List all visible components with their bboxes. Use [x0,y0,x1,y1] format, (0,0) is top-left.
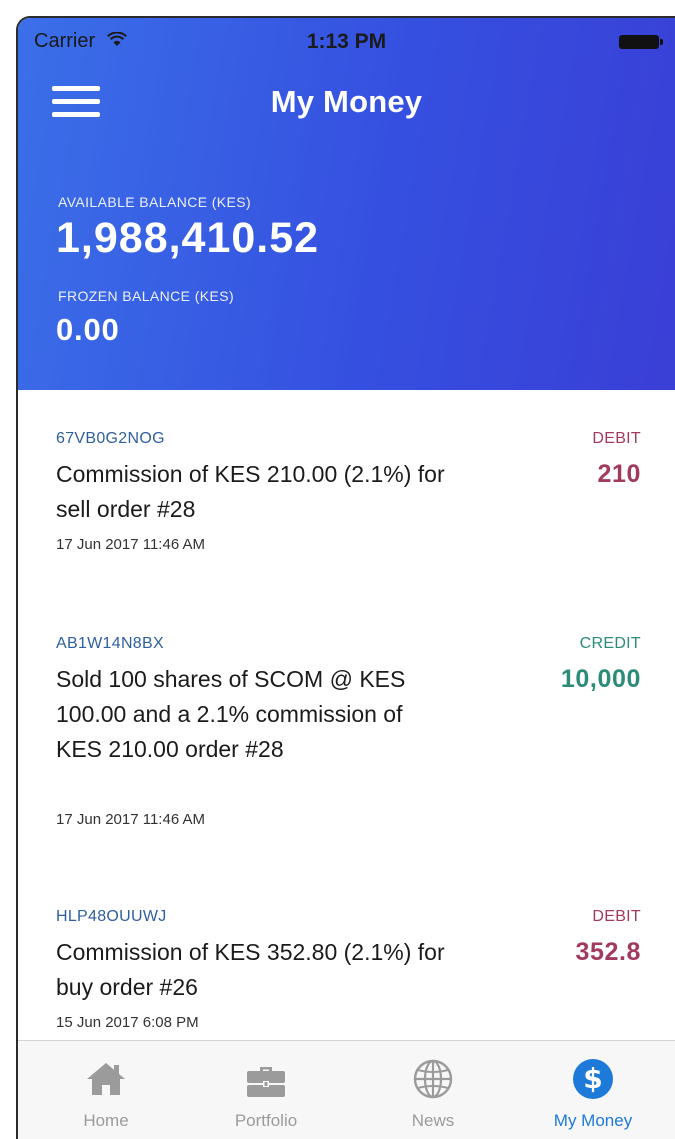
tab-portfolio-label: Portfolio [234,1111,298,1130]
transaction-item[interactable]: AB1W14N8BX Sold 100 shares of SCOM @ KES… [18,595,675,867]
transaction-type: CREDIT [579,635,641,652]
globe-icon [411,1057,455,1101]
phone-screen: Carrier 1:13 PM My Money AVAILABLE BALAN… [16,16,675,1139]
tab-my-money-label: My Money [553,1111,633,1130]
frozen-balance-label: FROZEN BALANCE (KES) [58,288,235,304]
transaction-description: Sold 100 shares of SCOM @ KES 100.00 and… [56,666,406,762]
tab-portfolio[interactable]: Portfolio [186,1041,346,1139]
tab-home-label: Home [83,1111,129,1130]
transaction-description: Commission of KES 210.00 (2.1%) for sell… [56,461,445,522]
transaction-amount: 352.8 [575,938,641,966]
transaction-id: AB1W14N8BX [56,635,164,652]
frozen-balance-value: 0.00 [56,312,120,347]
tab-home[interactable]: Home [26,1041,186,1139]
transaction-list[interactable]: 67VB0G2NOG Commission of KES 210.00 (2.1… [18,390,675,1040]
page-title: My Money [270,84,423,119]
tab-news[interactable]: News [353,1041,513,1139]
tab-news-label: News [411,1111,455,1130]
transaction-item[interactable]: HLP48OUUWJ Commission of KES 352.80 (2.1… [18,868,675,1040]
transaction-amount: 10,000 [560,665,641,693]
transaction-description: Commission of KES 352.80 (2.1%) for buy … [56,939,445,1000]
home-icon [84,1057,128,1101]
header: Carrier 1:13 PM My Money AVAILABLE BALAN… [18,18,675,390]
transaction-id: HLP48OUUWJ [56,908,167,925]
transaction-date: 15 Jun 2017 6:08 PM [56,1014,199,1031]
tab-bar: Home Portfolio News $ My Money [18,1040,675,1139]
transaction-item[interactable]: 67VB0G2NOG Commission of KES 210.00 (2.1… [18,390,675,595]
status-bar: Carrier 1:13 PM [18,18,675,66]
battery-icon [619,35,663,49]
transaction-type: DEBIT [592,430,641,447]
transaction-type: DEBIT [592,908,641,925]
transaction-id: 67VB0G2NOG [56,430,165,447]
briefcase-icon [244,1057,288,1101]
tab-my-money[interactable]: $ My Money [513,1041,673,1139]
dollar-icon: $ [571,1057,615,1101]
available-balance-value: 1,988,410.52 [56,214,320,262]
transaction-date: 17 Jun 2017 11:46 AM [56,811,206,828]
status-time: 1:13 PM [306,30,387,53]
transaction-amount: 210 [597,460,641,488]
available-balance-label: AVAILABLE BALANCE (KES) [58,194,252,210]
svg-text:$: $ [583,1062,602,1095]
transaction-date: 17 Jun 2017 11:46 AM [56,536,206,553]
